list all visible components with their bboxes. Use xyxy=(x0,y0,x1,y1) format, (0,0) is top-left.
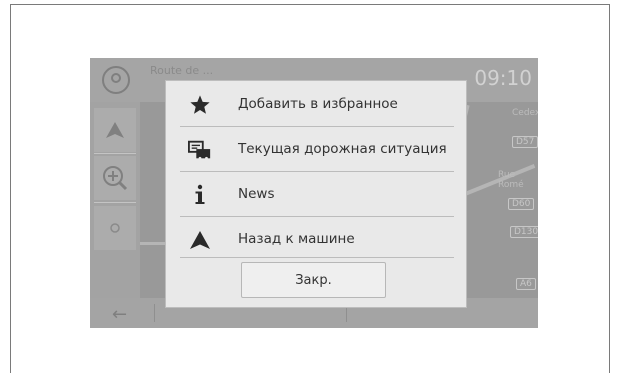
menu-divider xyxy=(180,126,454,127)
toolbar-divider xyxy=(94,202,136,203)
zoom-out-icon xyxy=(110,223,120,233)
road-shield: D57 xyxy=(512,136,538,148)
clock: 09:10 xyxy=(474,66,532,90)
map-label: Cedex xyxy=(512,108,538,118)
zoom-out-button[interactable] xyxy=(94,206,136,250)
menu-item-label: Добавить в избранное xyxy=(238,96,398,112)
menu-item-back-to-vehicle[interactable]: Назад к машине xyxy=(166,218,466,262)
traffic-icon xyxy=(188,138,212,162)
menu-divider xyxy=(180,257,454,258)
page-frame-right xyxy=(609,4,610,373)
page-frame-left xyxy=(10,4,11,373)
toolbar-divider xyxy=(94,153,136,154)
menu-item-label: Назад к машине xyxy=(238,231,355,247)
info-icon xyxy=(188,183,212,207)
vehicle-arrow-icon xyxy=(188,228,212,252)
road-shield: D60 xyxy=(508,198,535,210)
menu-item-news[interactable]: News xyxy=(166,173,466,217)
bottom-bar-divider xyxy=(154,304,155,322)
road-shield: D130 xyxy=(510,226,538,238)
left-toolbar xyxy=(90,102,140,298)
menu-item-traffic[interactable]: Текущая дорожная ситуация xyxy=(166,128,466,172)
north-up-button[interactable] xyxy=(94,108,136,152)
road-shield: A6 xyxy=(516,278,536,290)
menu-divider xyxy=(180,216,454,217)
menu-divider xyxy=(180,171,454,172)
north-arrow-icon xyxy=(106,122,124,138)
zoom-in-button[interactable] xyxy=(94,156,136,200)
context-menu-popup: Добавить в избранное Текущая дорожная си… xyxy=(165,80,467,308)
menu-item-label: News xyxy=(238,186,275,202)
zoom-in-icon xyxy=(103,166,128,191)
map-label: Rue Romé xyxy=(498,170,524,190)
menu-item-label: Текущая дорожная ситуация xyxy=(238,141,447,157)
close-button[interactable]: Закр. xyxy=(241,262,386,298)
page-frame-top xyxy=(10,4,610,5)
route-label: Route de ... xyxy=(150,64,214,77)
back-arrow-icon[interactable]: ← xyxy=(112,304,127,325)
compass-icon[interactable] xyxy=(102,66,130,94)
star-icon xyxy=(188,93,212,117)
menu-item-add-favorite[interactable]: Добавить в избранное xyxy=(166,83,466,127)
